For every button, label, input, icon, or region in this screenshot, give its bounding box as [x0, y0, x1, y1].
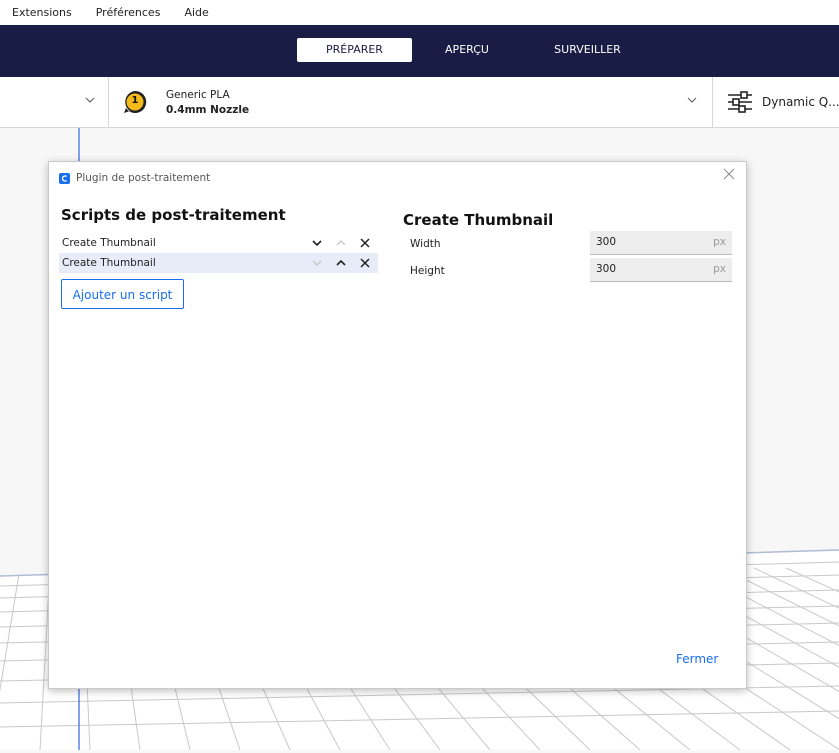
- printer-dropdown-chevron-icon[interactable]: [84, 94, 96, 106]
- menu-preferences[interactable]: Préférences: [96, 6, 161, 19]
- material-name: Generic PLA: [166, 89, 230, 101]
- script-name: Create Thumbnail: [62, 237, 156, 249]
- tab-monitor[interactable]: SURVEILLER: [530, 38, 645, 62]
- stage-bar: PRÉPARER APERÇU SURVEILLER: [0, 25, 839, 77]
- material-selector[interactable]: 1 Generic PLA 0.4mm Nozzle: [120, 77, 710, 127]
- profile-name: Dynamic Q...: [762, 95, 839, 109]
- post-processing-dialog: Plugin de post-traitement Scripts de pos…: [48, 161, 747, 689]
- remove-script-icon[interactable]: [358, 253, 372, 273]
- width-field[interactable]: 300 px: [590, 231, 732, 255]
- extruder-badge-icon: 1: [122, 89, 148, 115]
- close-button[interactable]: Fermer: [676, 652, 718, 666]
- script-list-item[interactable]: Create Thumbnail: [59, 233, 378, 253]
- height-field[interactable]: 300 px: [590, 258, 732, 282]
- divider: [108, 77, 109, 127]
- width-label: Width: [410, 238, 441, 250]
- close-icon[interactable]: [722, 168, 736, 182]
- height-unit: px: [713, 263, 726, 275]
- move-up-icon[interactable]: [334, 233, 348, 253]
- print-settings-selector[interactable]: Dynamic Q...: [713, 77, 839, 127]
- script-name: Create Thumbnail: [62, 257, 156, 269]
- add-script-button[interactable]: Ajouter un script: [61, 279, 184, 309]
- dialog-title: Plugin de post-traitement: [76, 172, 211, 184]
- scripts-heading: Scripts de post-traitement: [61, 206, 286, 224]
- menu-help[interactable]: Aide: [184, 6, 208, 19]
- move-up-icon[interactable]: [334, 253, 348, 273]
- height-label: Height: [410, 265, 445, 277]
- material-dropdown-chevron-icon: [686, 94, 698, 106]
- extruder-number: 1: [131, 95, 139, 106]
- tab-prepare[interactable]: PRÉPARER: [297, 38, 412, 62]
- width-value: 300: [596, 236, 617, 248]
- script-list-item[interactable]: Create Thumbnail: [59, 253, 378, 273]
- move-down-icon[interactable]: [310, 253, 324, 273]
- dialog-titlebar: Plugin de post-traitement: [59, 170, 210, 186]
- height-value: 300: [596, 263, 617, 275]
- sliders-icon: [727, 91, 753, 113]
- move-down-icon[interactable]: [310, 233, 324, 253]
- nozzle-size: 0.4mm Nozzle: [166, 104, 250, 116]
- menu-extensions[interactable]: Extensions: [12, 6, 72, 19]
- tab-preview[interactable]: APERÇU: [422, 38, 512, 62]
- menu-bar: Extensions Préférences Aide: [0, 0, 839, 25]
- cura-app-icon: [59, 172, 70, 184]
- settings-bar: 1 Generic PLA 0.4mm Nozzle Dynamic Q...: [0, 77, 839, 128]
- width-unit: px: [713, 236, 726, 248]
- settings-heading: Create Thumbnail: [403, 211, 554, 229]
- remove-script-icon[interactable]: [358, 233, 372, 253]
